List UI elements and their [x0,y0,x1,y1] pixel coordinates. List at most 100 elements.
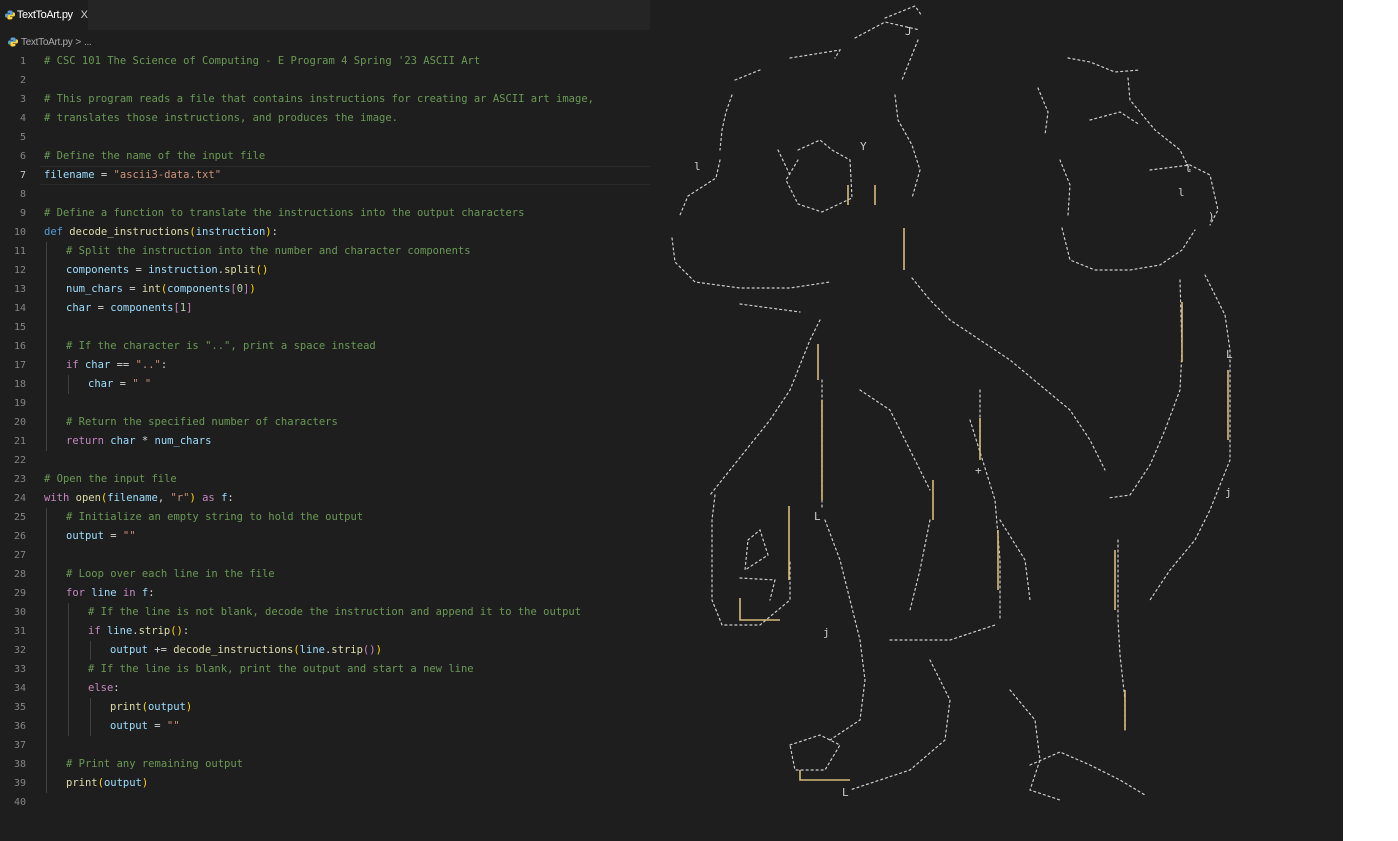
code-token: output [147,701,186,713]
code-line[interactable]: 25 # Initialize an empty string to hold t… [0,508,650,527]
tab-texttoart[interactable]: TextToArt.py X [0,0,88,30]
code-line[interactable]: 4 # translates those instructions, and pr… [0,109,650,128]
code-line[interactable]: 39 print(output) [0,774,650,793]
code-line[interactable]: 31 if line.strip(): [0,622,650,641]
indent-guide [46,280,47,299]
code-token: char [110,435,136,447]
python-file-icon [5,10,15,20]
code-line[interactable]: 13 num_chars = int(components[0]) [0,280,650,299]
code-line[interactable]: 11 # Split the instruction into the numbe… [0,242,650,261]
code-line[interactable]: 28 # Loop over each line in the file [0,565,650,584]
code-line[interactable]: 18 char = " " [0,375,650,394]
code-token: "r" [170,492,190,504]
code-token: char [84,359,111,371]
code-line[interactable]: 29 for line in f: [0,584,650,603]
indent-guide [46,755,47,774]
code-line[interactable]: 33 # If the line is blank, print the outp… [0,660,650,679]
code-line[interactable]: 23 # Open the input file [0,470,650,489]
art-glyph-l1: l [694,160,701,173]
code-line[interactable]: 14 char = components[1] [0,299,650,318]
code-text: filename = "ascii3-data.txt" [44,166,221,185]
art-ear-right [1127,77,1191,171]
code-line[interactable]: 12 components = instruction.split() [0,261,650,280]
indent-guide [46,432,47,451]
code-line[interactable]: 20 # Return the specified number of chara… [0,413,650,432]
code-line[interactable]: 17 if char == "..": [0,356,650,375]
code-text: with open(filename, "r") as f: [44,489,234,508]
code-line[interactable]: 6 # Define the name of the input file [0,147,650,166]
indent-guide [46,679,47,698]
code-text: char = " " [88,375,151,394]
code-token: # Loop over each line in the file [66,568,275,580]
code-line[interactable]: 16 # If the character is "..", print a sp… [0,337,650,356]
line-number: 29 [13,588,26,599]
line-number: 22 [13,455,26,466]
code-line[interactable]: 35 print(output) [0,698,650,717]
line-number: 2 [19,75,26,86]
code-line[interactable]: 1 # CSC 101 The Science of Computing - E … [0,52,650,71]
code-token: : [227,492,234,504]
code-line[interactable]: 36 output = "" [0,717,650,736]
code-line[interactable]: 2 [0,71,650,90]
line-number: 33 [13,664,26,675]
code-line[interactable]: 32 output += decode_instructions(line.str… [0,641,650,660]
code-text: # Split the instruction into the number … [66,242,471,261]
indent-guide [68,717,69,736]
code-token: filename [107,492,158,504]
code-editor[interactable]: 1 # CSC 101 The Science of Computing - E … [0,52,650,812]
code-line[interactable]: 27 [0,546,650,565]
code-line[interactable]: 7 filename = "ascii3-data.txt" [0,166,650,185]
indent-guide [46,527,47,546]
art-glyph-l2: l [1185,162,1192,175]
code-line[interactable]: 22 [0,451,650,470]
code-token: , [157,492,171,504]
code-token: = [122,283,142,295]
code-line[interactable]: 40 [0,793,650,812]
code-token: in [122,587,136,599]
indent-guide [46,717,47,736]
art-glyph-y: Y [860,140,867,153]
art-glyph-plus: + [975,464,982,477]
indent-guide [46,318,47,337]
code-token: # Print any remaining output [66,758,244,770]
art-snout [1061,227,1196,271]
code-line[interactable]: 8 [0,185,650,204]
indent-guide [46,261,47,280]
breadcrumb-separator: > [75,36,81,48]
code-line[interactable]: 34 else: [0,679,650,698]
code-token: == [110,359,136,371]
code-token: = [91,302,111,314]
code-line[interactable]: 19 [0,394,650,413]
code-line[interactable]: 3 # This program reads a file that contai… [0,90,650,109]
code-line[interactable]: 9 # Define a function to translate the in… [0,204,650,223]
code-token: decode_instructions [69,226,190,238]
code-token: char [88,378,114,390]
code-token: # Define a function to translate the ins… [44,207,525,219]
code-line[interactable]: 30 # If the line is not blank, decode the… [0,603,650,622]
code-line[interactable]: 37 [0,736,650,755]
code-token: () [255,264,269,276]
code-text: # If the line is not blank, decode the i… [88,603,581,622]
line-number: 7 [19,170,26,181]
code-line[interactable]: 26 output = "" [0,527,650,546]
line-number: 18 [13,379,26,390]
code-token: : [271,226,278,238]
line-number: 24 [13,493,26,504]
art-face-side [1059,159,1071,216]
code-token: # If the character is "..", print a spac… [66,340,376,352]
code-token: components [66,264,130,276]
code-line[interactable]: 15 [0,318,650,337]
art-arm-inner [859,389,931,491]
close-icon[interactable]: X [81,9,88,21]
breadcrumb-file[interactable]: TextToArt.py [21,37,73,48]
indent-guide [46,660,47,679]
art-hat-brim-left [789,49,842,59]
code-line[interactable]: 10 def decode_instructions(instruction): [0,223,650,242]
code-line[interactable]: 21 return char * num_chars [0,432,650,451]
breadcrumb-symbol[interactable]: ... [84,37,92,48]
code-text: return char * num_chars [66,432,211,451]
indent-guide [46,394,47,413]
code-line[interactable]: 38 # Print any remaining output [0,755,650,774]
code-line[interactable]: 5 [0,128,650,147]
code-line[interactable]: 24 with open(filename, "r") as f: [0,489,650,508]
